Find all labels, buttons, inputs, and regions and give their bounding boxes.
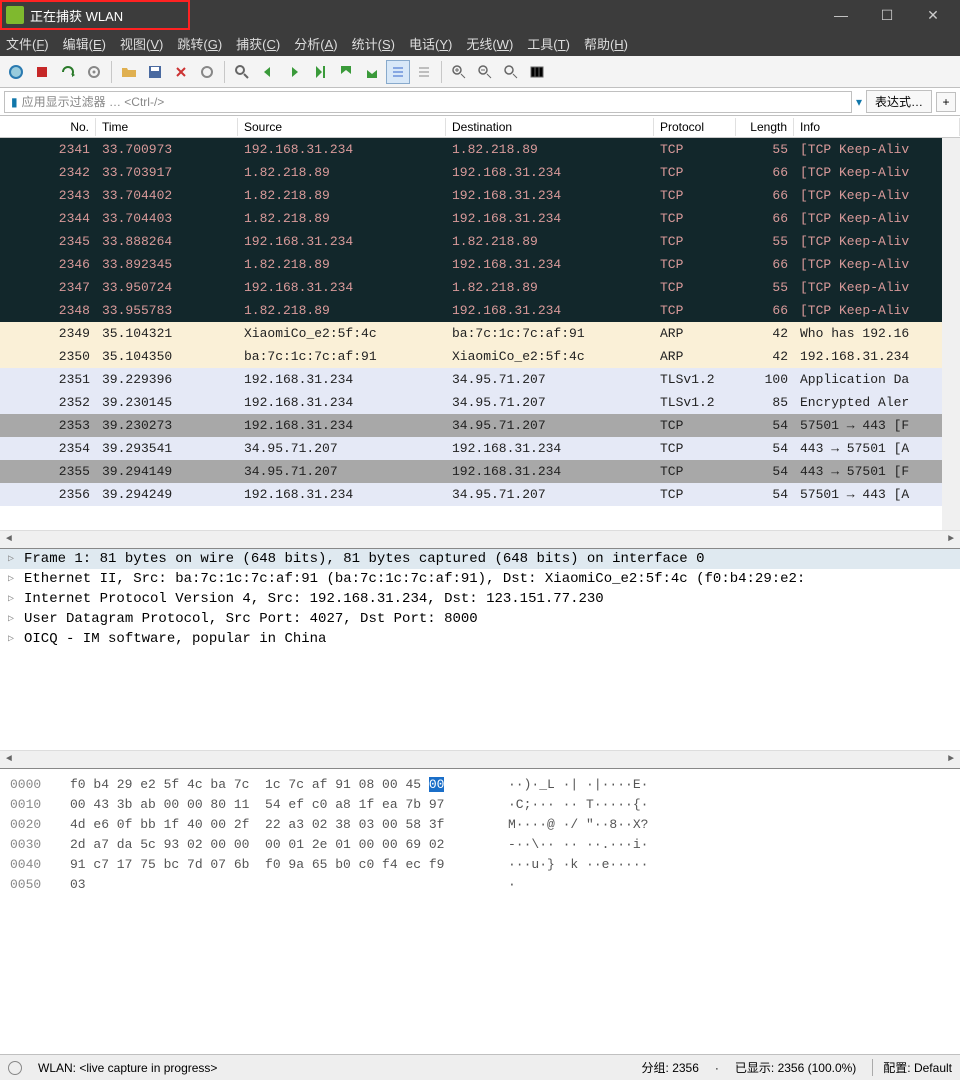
expand-icon[interactable]: ▷ bbox=[8, 573, 18, 585]
zoom-out-icon[interactable] bbox=[473, 60, 497, 84]
start-capture-icon[interactable] bbox=[4, 60, 28, 84]
menu-item[interactable]: 捕获(C) bbox=[236, 34, 280, 53]
packet-row[interactable]: 234533.888264192.168.31.2341.82.218.89TC… bbox=[0, 230, 960, 253]
col-source[interactable]: Source bbox=[238, 118, 446, 136]
reload-icon[interactable] bbox=[195, 60, 219, 84]
goto-last-icon[interactable] bbox=[360, 60, 384, 84]
packet-bytes: 0000f0 b4 29 e2 5f 4c ba 7c 1c 7c af 91 … bbox=[0, 768, 960, 1054]
close-file-icon[interactable] bbox=[169, 60, 193, 84]
hex-row[interactable]: 005003· bbox=[10, 875, 950, 895]
detail-tree-item[interactable]: ▷Frame 1: 81 bytes on wire (648 bits), 8… bbox=[0, 549, 960, 569]
packet-details: ▷Frame 1: 81 bytes on wire (648 bits), 8… bbox=[0, 548, 960, 768]
goto-first-icon[interactable] bbox=[334, 60, 358, 84]
displayed-count: 已显示: 2356 (100.0%) bbox=[735, 1059, 856, 1076]
toolbar bbox=[0, 56, 960, 88]
menu-item[interactable]: 无线(W) bbox=[466, 34, 513, 53]
detail-tree-item[interactable]: ▷Ethernet II, Src: ba:7c:1c:7c:af:91 (ba… bbox=[0, 569, 960, 589]
expand-icon[interactable]: ▷ bbox=[8, 613, 18, 625]
app-icon bbox=[6, 6, 24, 24]
window-title: 正在捕获 WLAN bbox=[30, 6, 123, 25]
packet-row[interactable]: 234133.700973192.168.31.2341.82.218.89TC… bbox=[0, 138, 960, 161]
col-length[interactable]: Length bbox=[736, 118, 794, 136]
menu-item[interactable]: 电话(Y) bbox=[409, 34, 452, 53]
packet-row[interactable]: 235439.29354134.95.71.207192.168.31.234T… bbox=[0, 437, 960, 460]
hex-row[interactable]: 00302d a7 da 5c 93 02 00 00 00 01 2e 01 … bbox=[10, 835, 950, 855]
resize-columns-icon[interactable] bbox=[525, 60, 549, 84]
menu-item[interactable]: 编辑(E) bbox=[63, 34, 106, 53]
add-filter-button[interactable]: + bbox=[936, 92, 956, 112]
maximize-button[interactable]: ☐ bbox=[864, 0, 910, 30]
profile-label[interactable]: 配置: Default bbox=[872, 1059, 952, 1076]
col-protocol[interactable]: Protocol bbox=[654, 118, 736, 136]
bookmark-icon: ▮ bbox=[11, 95, 18, 109]
colorize-icon[interactable] bbox=[412, 60, 436, 84]
hex-row[interactable]: 004091 c7 17 75 bc 7d 07 6b f0 9a 65 b0 … bbox=[10, 855, 950, 875]
packet-row[interactable]: 234333.7044021.82.218.89192.168.31.234TC… bbox=[0, 184, 960, 207]
packet-row[interactable]: 234633.8923451.82.218.89192.168.31.234TC… bbox=[0, 253, 960, 276]
packet-row[interactable]: 235239.230145192.168.31.23434.95.71.207T… bbox=[0, 391, 960, 414]
menu-item[interactable]: 统计(S) bbox=[352, 34, 395, 53]
expand-icon[interactable]: ▷ bbox=[8, 553, 18, 565]
menu-item[interactable]: 帮助(H) bbox=[584, 34, 628, 53]
menu-item[interactable]: 视图(V) bbox=[120, 34, 163, 53]
packet-row[interactable]: 235539.29414934.95.71.207192.168.31.234T… bbox=[0, 460, 960, 483]
col-info[interactable]: Info bbox=[794, 118, 960, 136]
open-icon[interactable] bbox=[117, 60, 141, 84]
packets-count: 分组: 2356 bbox=[642, 1059, 699, 1076]
detail-tree-item[interactable]: ▷User Datagram Protocol, Src Port: 4027,… bbox=[0, 609, 960, 629]
horizontal-scrollbar[interactable]: ◄► bbox=[0, 530, 960, 548]
menu-item[interactable]: 跳转(G) bbox=[177, 34, 222, 53]
display-filter-input[interactable]: ▮应用显示过滤器 … <Ctrl-/> bbox=[4, 91, 852, 113]
goto-icon[interactable] bbox=[308, 60, 332, 84]
go-forward-icon[interactable] bbox=[282, 60, 306, 84]
menu-item[interactable]: 文件(F) bbox=[6, 34, 49, 53]
menubar: 文件(F) 编辑(E) 视图(V) 跳转(G) 捕获(C) 分析(A) 统计(S) 电话(Y)… bbox=[0, 30, 960, 56]
autoscroll-icon[interactable] bbox=[386, 60, 410, 84]
titlebar: 正在捕获 WLAN — ☐ ✕ bbox=[0, 0, 960, 30]
options-icon[interactable] bbox=[82, 60, 106, 84]
filter-dropdown-icon[interactable]: ▾ bbox=[856, 95, 862, 109]
packet-row[interactable]: 234935.104321XiaomiCo_e2:5f:4cba:7c:1c:7… bbox=[0, 322, 960, 345]
hex-row[interactable]: 00204d e6 0f bb 1f 40 00 2f 22 a3 02 38 … bbox=[10, 815, 950, 835]
packet-row[interactable]: 234833.9557831.82.218.89192.168.31.234TC… bbox=[0, 299, 960, 322]
restart-capture-icon[interactable] bbox=[56, 60, 80, 84]
expand-icon[interactable]: ▷ bbox=[8, 633, 18, 645]
col-destination[interactable]: Destination bbox=[446, 118, 654, 136]
packet-row[interactable]: 235139.229396192.168.31.23434.95.71.207T… bbox=[0, 368, 960, 391]
filter-bar: ▮应用显示过滤器 … <Ctrl-/> ▾ 表达式… + bbox=[0, 88, 960, 116]
zoom-in-icon[interactable] bbox=[447, 60, 471, 84]
packet-list-header: No. Time Source Destination Protocol Len… bbox=[0, 116, 960, 138]
hex-row[interactable]: 0000f0 b4 29 e2 5f 4c ba 7c 1c 7c af 91 … bbox=[10, 775, 950, 795]
statusbar: WLAN: <live capture in progress> 分组: 235… bbox=[0, 1054, 960, 1080]
detail-tree-item[interactable]: ▷Internet Protocol Version 4, Src: 192.1… bbox=[0, 589, 960, 609]
menu-item[interactable]: 工具(T) bbox=[527, 34, 570, 53]
menu-item[interactable]: 分析(A) bbox=[294, 34, 337, 53]
capture-file-info: WLAN: <live capture in progress> bbox=[38, 1061, 217, 1075]
expand-icon[interactable]: ▷ bbox=[8, 593, 18, 605]
minimize-button[interactable]: — bbox=[818, 0, 864, 30]
packet-row[interactable]: 235639.294249192.168.31.23434.95.71.207T… bbox=[0, 483, 960, 506]
expression-button[interactable]: 表达式… bbox=[866, 90, 932, 113]
packet-row[interactable]: 234233.7039171.82.218.89192.168.31.234TC… bbox=[0, 161, 960, 184]
packet-row[interactable]: 235339.230273192.168.31.23434.95.71.207T… bbox=[0, 414, 960, 437]
hex-row[interactable]: 001000 43 3b ab 00 00 80 11 54 ef c0 a8 … bbox=[10, 795, 950, 815]
close-button[interactable]: ✕ bbox=[910, 0, 956, 30]
col-time[interactable]: Time bbox=[96, 118, 238, 136]
stop-capture-icon[interactable] bbox=[30, 60, 54, 84]
packet-list: No. Time Source Destination Protocol Len… bbox=[0, 116, 960, 548]
vertical-scrollbar[interactable] bbox=[942, 138, 960, 530]
packet-row[interactable]: 235035.104350ba:7c:1c:7c:af:91XiaomiCo_e… bbox=[0, 345, 960, 368]
find-icon[interactable] bbox=[230, 60, 254, 84]
packet-row[interactable]: 234733.950724192.168.31.2341.82.218.89TC… bbox=[0, 276, 960, 299]
packet-row[interactable]: 234433.7044031.82.218.89192.168.31.234TC… bbox=[0, 207, 960, 230]
expert-info-icon[interactable] bbox=[8, 1061, 22, 1075]
save-icon[interactable] bbox=[143, 60, 167, 84]
details-scrollbar[interactable]: ◄► bbox=[0, 750, 960, 768]
col-no[interactable]: No. bbox=[0, 118, 96, 136]
zoom-reset-icon[interactable] bbox=[499, 60, 523, 84]
detail-tree-item[interactable]: ▷OICQ - IM software, popular in China bbox=[0, 629, 960, 649]
go-back-icon[interactable] bbox=[256, 60, 280, 84]
